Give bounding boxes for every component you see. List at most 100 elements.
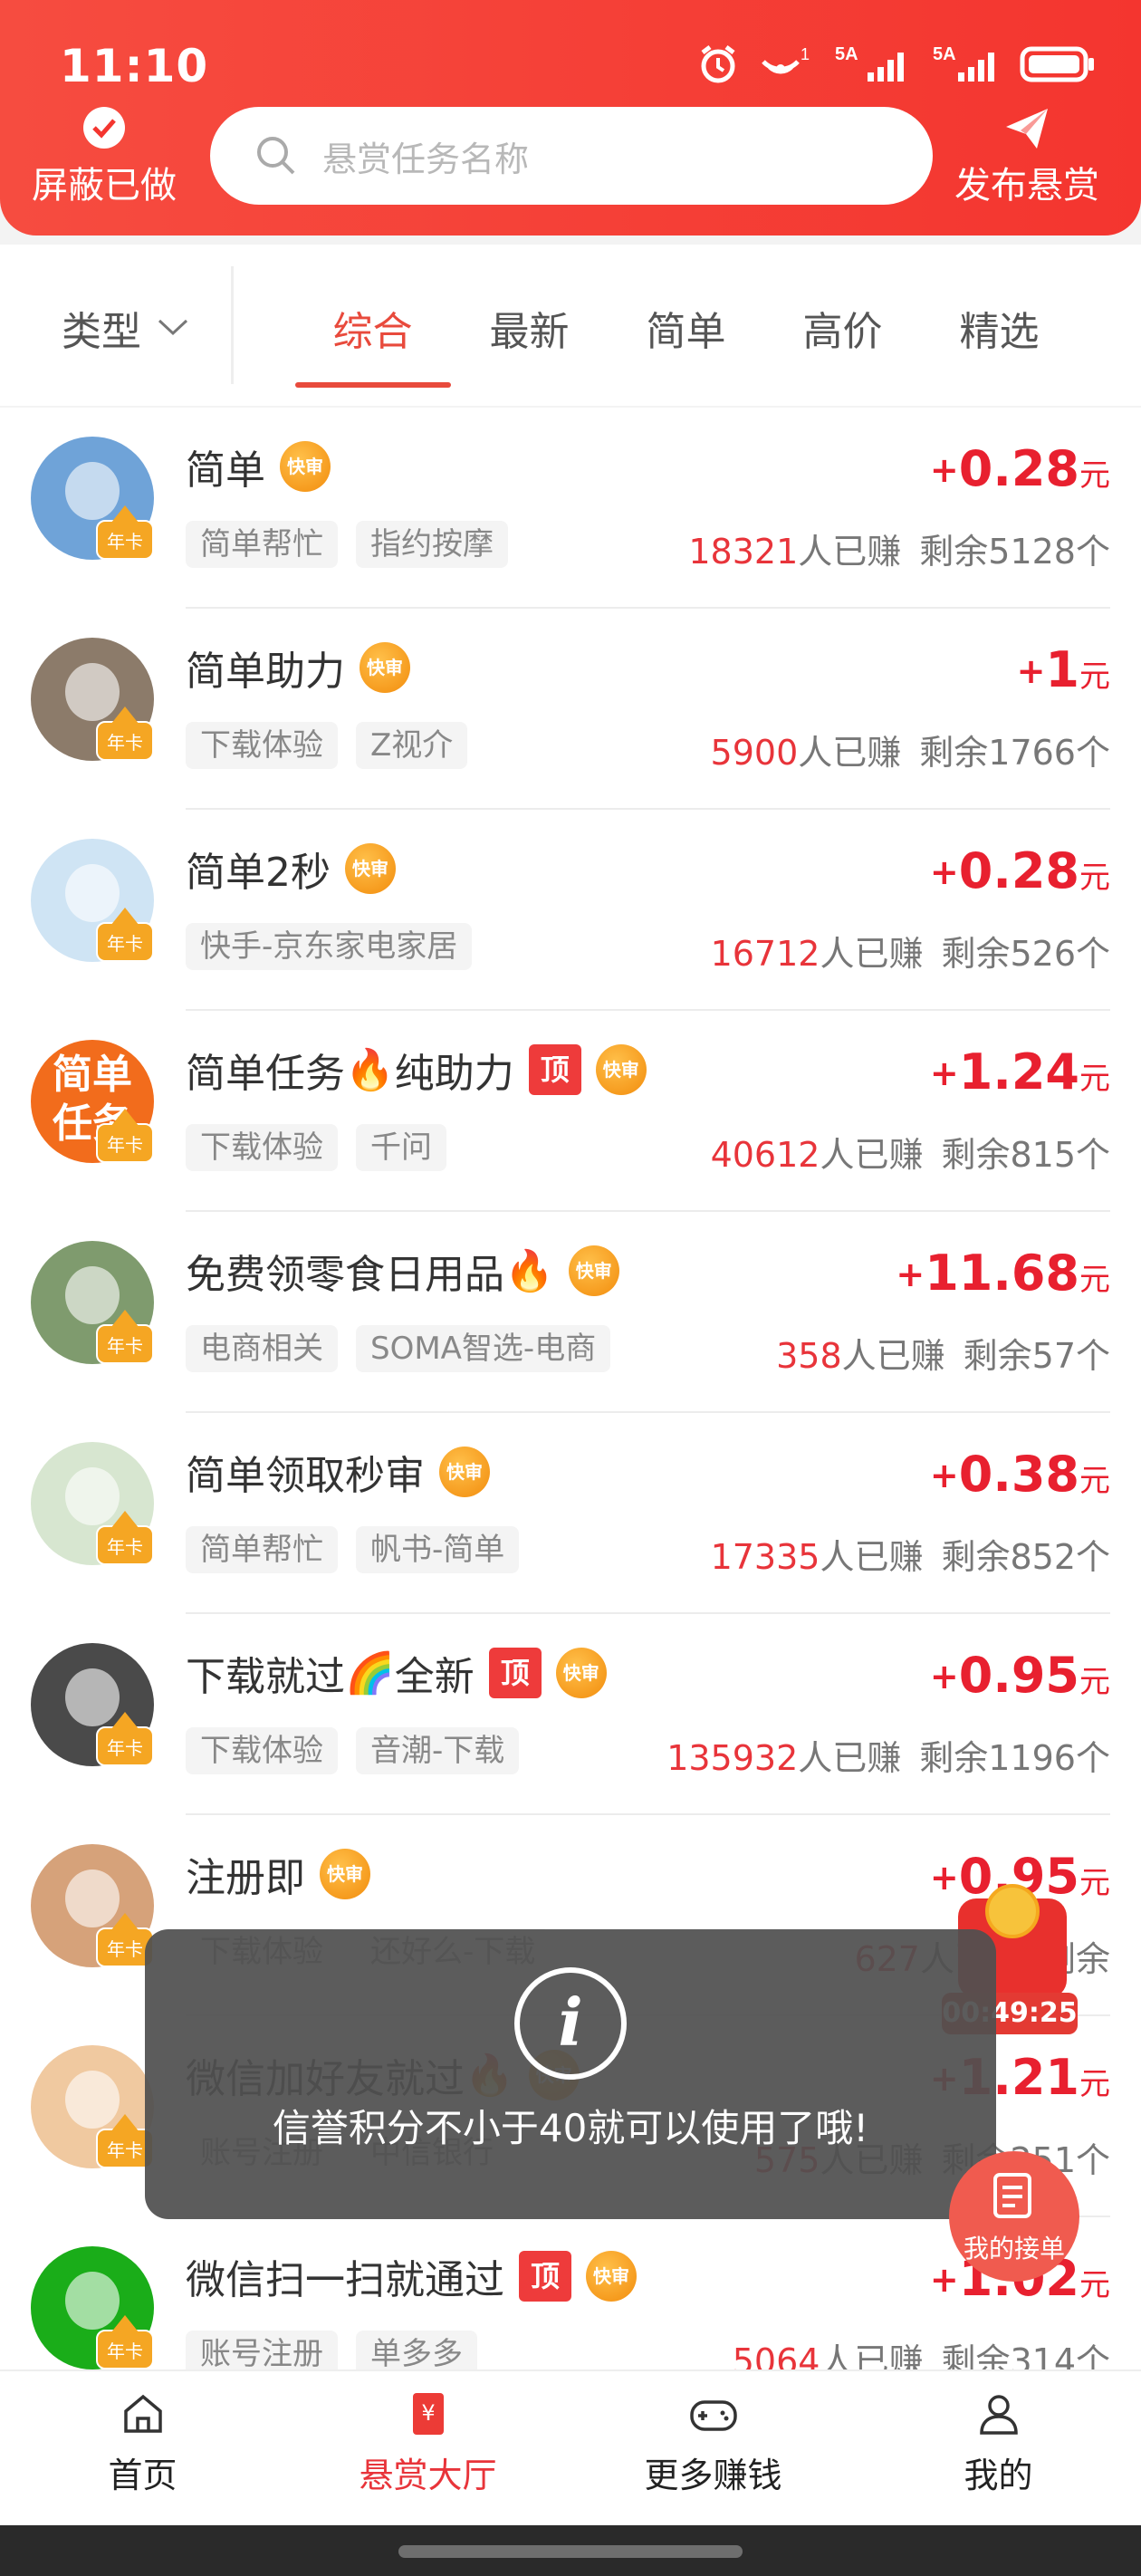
tab-simple[interactable]: 简单: [608, 299, 764, 389]
search-placeholder: 悬赏任务名称: [322, 139, 530, 179]
task-title-line: 简单助力 快审: [186, 636, 410, 699]
nav-more-earn[interactable]: 更多赚钱: [570, 2371, 856, 2525]
chevron-down-icon: [158, 319, 188, 336]
hotspot-icon: 1: [762, 45, 810, 74]
gold-coin-icon: [985, 1884, 1040, 1938]
alarm-icon: [701, 45, 735, 83]
home-indicator[interactable]: [398, 2545, 743, 2558]
task-tag: 音潮-下载: [356, 1727, 520, 1774]
remaining-count: 剩余1196个: [919, 1738, 1110, 1778]
status-time: 11:10: [60, 40, 209, 92]
tab-high-price[interactable]: 高价: [764, 299, 921, 389]
reward-plus: +: [929, 1657, 959, 1697]
info-icon: i: [514, 1967, 627, 2080]
status-icons: 1 5A 5A: [697, 43, 1096, 85]
task-row[interactable]: 年卡 免费领零食日用品 🔥 快审 电商相关 SOMA智选-电商 +11.68元 358人已赚剩…: [0, 1212, 1141, 1413]
task-row[interactable]: 年卡 简单2秒 快审 快手-京东家电家居 +0.28元 16712人已赚 剩余526个: [0, 810, 1141, 1011]
reward-plus: +: [929, 1053, 959, 1093]
task-tag: 账号注册: [186, 2331, 338, 2369]
battery-icon: [1020, 46, 1094, 82]
task-row[interactable]: 年卡 简单领取秒审 快审 简单帮忙 帆书-简单 +0.38元 17335人已赚 剩余852个: [0, 1413, 1141, 1614]
remaining-count: 剩余5128个: [919, 532, 1110, 572]
remaining-count: 剩余57个: [963, 1336, 1110, 1376]
reward-amount: 0.28: [958, 440, 1079, 497]
svg-text:5A: 5A: [835, 44, 858, 64]
search-input[interactable]: 悬赏任务名称: [210, 107, 933, 205]
reward-hall-icon: ¥: [412, 2393, 444, 2435]
sort-tabs: 综合 最新 简单 高价 精选: [294, 299, 1078, 389]
task-title: 简单任务: [186, 1051, 345, 1097]
earned-count: 358: [776, 1336, 842, 1376]
task-tag: 指约按摩: [356, 521, 508, 568]
publish-label: 发布悬赏: [954, 165, 1099, 207]
task-row[interactable]: 年卡 简单 快审 简单帮忙 指约按摩 +0.28元 18321人已赚 剩余5128个: [0, 408, 1141, 609]
task-title: 简单领取秒审: [186, 1453, 425, 1499]
type-dropdown[interactable]: 类型: [62, 299, 188, 357]
task-title: 简单: [186, 447, 265, 494]
earned-suffix: 人已赚: [820, 934, 924, 974]
my-orders-label: 我的接单: [963, 2234, 1065, 2264]
task-tag: 下载体验: [186, 1124, 338, 1171]
task-tag: 单多多: [356, 2331, 477, 2369]
tab-comprehensive[interactable]: 综合: [294, 299, 451, 389]
earned-suffix: 人已赚: [820, 1537, 924, 1577]
task-title-suffix: 全新: [394, 1654, 475, 1700]
top-badge: 顶: [488, 1648, 542, 1698]
earned-count: 5900: [710, 733, 799, 773]
reward-unit: 元: [1079, 1463, 1110, 1499]
publish-reward-button[interactable]: 发布悬赏: [936, 107, 1117, 208]
task-reward: +11.68元: [896, 1245, 1110, 1302]
vip-crown-badge: 年卡: [96, 2315, 154, 2369]
tab-latest[interactable]: 最新: [451, 299, 608, 389]
task-title-line: 简单领取秒审 快审: [186, 1440, 490, 1504]
earned-suffix: 人已赚: [798, 733, 902, 773]
nav-mine[interactable]: 我的: [856, 2371, 1141, 2525]
reward-amount: 0.28: [958, 842, 1079, 899]
task-stats: 40612人已赚 剩余815个: [711, 1127, 1110, 1177]
reward-unit: 元: [1079, 1061, 1110, 1097]
earned-suffix: 人已赚: [798, 532, 902, 572]
task-row[interactable]: 年卡 下载就过 🌈 全新顶快审 下载体验 音潮-下载 +0.95元 135932人已赚 剩余11…: [0, 1614, 1141, 1815]
task-stats: 358人已赚 剩余57个: [776, 1328, 1110, 1378]
tab-featured[interactable]: 精选: [921, 299, 1078, 389]
task-reward: +0.28元: [930, 440, 1110, 497]
task-tag: 简单帮忙: [186, 521, 338, 568]
nav-home[interactable]: 首页: [0, 2371, 285, 2525]
filter-divider: [231, 266, 234, 384]
task-title-line: 下载就过 🌈 全新顶快审: [186, 1641, 607, 1705]
task-tag: Z视介: [356, 722, 468, 769]
task-reward: +0.95元: [930, 1647, 1110, 1704]
earned-count: 135932: [666, 1738, 799, 1778]
fast-review-badge: 快审: [439, 1447, 490, 1497]
nav-reward-hall[interactable]: ¥ 悬赏大厅: [285, 2371, 570, 2525]
task-row[interactable]: 年卡 简单助力 快审 下载体验 Z视介 +1元 5900人已赚 剩余1766个: [0, 609, 1141, 810]
task-stats: 135932人已赚 剩余1196个: [666, 1730, 1110, 1780]
task-tag: SOMA智选-电商: [356, 1325, 611, 1372]
task-title-suffix: 纯助力: [394, 1051, 514, 1097]
task-reward: +0.38元: [930, 1446, 1110, 1503]
fast-review-badge: 快审: [280, 441, 331, 492]
svg-text:¥: ¥: [421, 2400, 435, 2426]
check-circle-icon: [83, 107, 125, 149]
my-orders-button[interactable]: 我的接单: [949, 2151, 1079, 2282]
earned-suffix: 人已赚: [841, 1336, 945, 1376]
fast-review-badge: 快审: [555, 1648, 607, 1698]
top-badge: 顶: [528, 1044, 581, 1095]
svg-text:5A: 5A: [933, 44, 956, 64]
svg-text:1: 1: [801, 45, 810, 63]
task-stats: 5064人已赚 剩余314个: [733, 2333, 1110, 2369]
paper-plane-icon: [1006, 109, 1048, 149]
task-title: 微信扫一扫就通过: [186, 2257, 504, 2303]
task-title: 注册即: [186, 1855, 305, 1901]
search-icon: [257, 137, 295, 175]
bottom-nav: 首页 ¥ 悬赏大厅 更多赚钱 我的: [0, 2369, 1141, 2525]
task-title-line: 注册即 快审: [186, 1842, 370, 1906]
reward-amount: 11.68: [925, 1245, 1079, 1302]
reward-unit: 元: [1079, 658, 1110, 695]
task-row[interactable]: 简单 任务 年卡 简单任务 🔥 纯助力顶快审 下载体验 千问 +1.24元 40612人已赚 剩余…: [0, 1011, 1141, 1212]
earned-suffix: 人已赚: [820, 2341, 924, 2369]
earned-count: 5064: [732, 2341, 820, 2369]
hide-done-button[interactable]: 屏蔽已做: [27, 107, 181, 208]
fast-review-badge: 快审: [320, 1849, 370, 1899]
toast-message: i 信誉积分不小于40就可以使用了哦!: [145, 1929, 996, 2219]
